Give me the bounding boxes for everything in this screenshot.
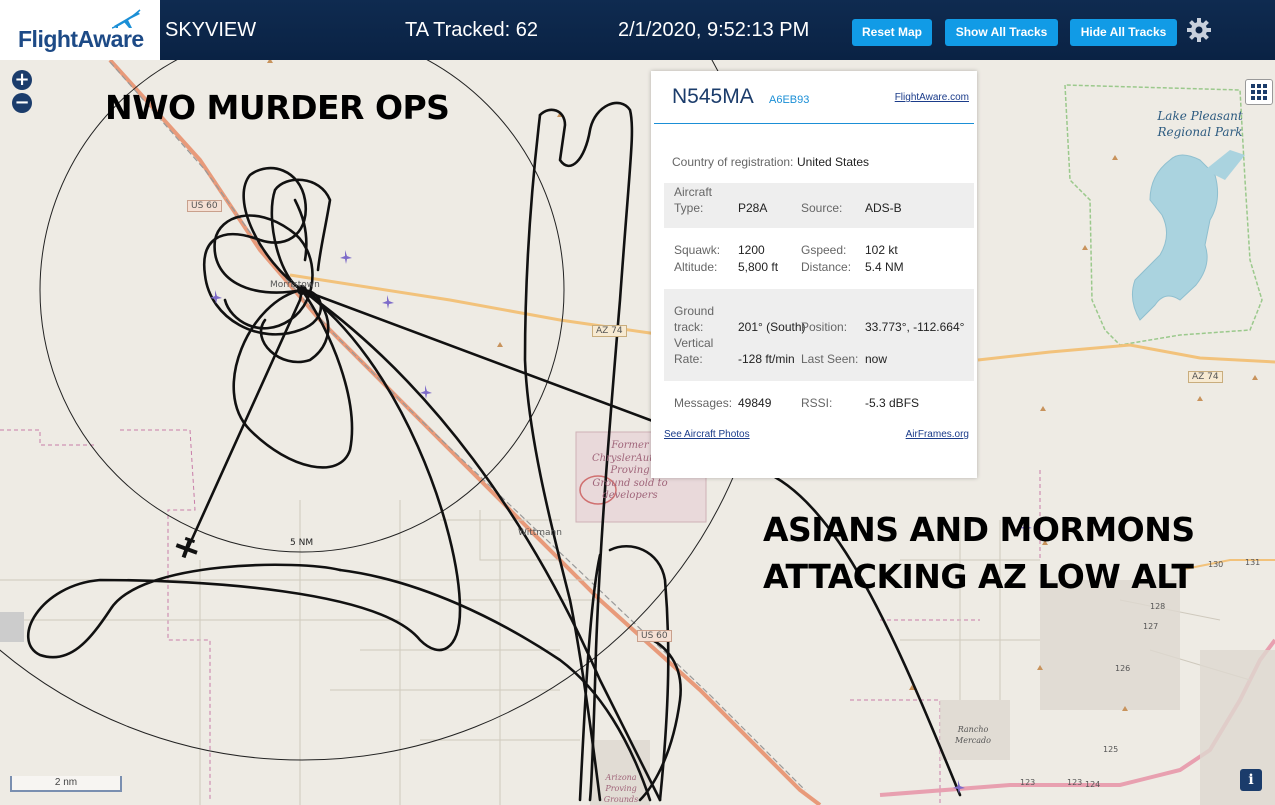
source-value: ADS-B: [865, 201, 902, 215]
country-label: Country of registration:: [672, 155, 794, 169]
reset-map-button[interactable]: Reset Map: [852, 19, 932, 46]
info-button[interactable]: i: [1240, 769, 1262, 791]
clock-datetime: 2/1/2020, 9:52:13 PM: [618, 19, 810, 41]
rssi-value: -5.3 dBFS: [865, 396, 920, 410]
route-number: 128: [1150, 602, 1166, 611]
aircraft-photos-link[interactable]: See Aircraft Photos: [664, 429, 750, 440]
hwy-right: [1179, 559, 1275, 571]
position-value: 33.773°, -112.664°: [865, 320, 965, 334]
track-row: Ground track: 201° (South) Position: 33.…: [664, 289, 974, 381]
last-seen-value: now: [865, 352, 888, 366]
overlay-text-top: NWO MURDER OPS: [105, 88, 450, 127]
gspeed-value: 102 kt: [865, 243, 898, 257]
track-label: track:: [674, 320, 704, 334]
zoom-in-button[interactable]: +: [12, 70, 32, 90]
az74-shield-mid: AZ 74: [592, 325, 627, 337]
flightaware-logo[interactable]: FlightAware: [0, 0, 160, 60]
route-number: 127: [1143, 622, 1159, 631]
gear-icon[interactable]: [1186, 17, 1212, 43]
gspeed-label: Gspeed:: [801, 243, 847, 257]
aircraft-info-popup: N545MA A6EB93 FlightAware.com Country of…: [651, 71, 977, 478]
route-number: 123: [1067, 778, 1083, 787]
squawk-value: 1200: [738, 243, 765, 257]
hide-all-tracks-button[interactable]: Hide All Tracks: [1070, 19, 1177, 46]
route-number: 126: [1115, 664, 1131, 673]
ground-label: Ground: [674, 304, 715, 318]
route-number: 125: [1103, 745, 1119, 754]
route-number: 130: [1208, 560, 1224, 569]
route-number: 124: [1085, 780, 1101, 789]
vertical-label: Vertical: [674, 336, 714, 350]
distance-value: 5.4 NM: [865, 260, 904, 274]
range-ring-label: 5 NM: [290, 538, 314, 548]
aircraft-hex-link[interactable]: A6EB93: [769, 94, 809, 106]
country-value: United States: [797, 155, 870, 169]
popup-divider: [654, 123, 974, 124]
aircraft-label: Aircraft: [674, 185, 713, 199]
type-value: P28A: [738, 201, 768, 215]
logo-text: FlightAware: [18, 26, 144, 52]
us60-shield-bottom: US 60: [637, 630, 672, 642]
us60-shield-top: US 60: [187, 200, 222, 212]
place-rancho-mercado: Rancho Mercado: [955, 725, 991, 745]
az74-road-right: [977, 343, 1275, 364]
type-label: Type:: [674, 201, 704, 215]
position-label: Position:: [801, 320, 848, 334]
aircraft-registration: N545MA: [672, 85, 754, 108]
tracked-aircraft-icon: [175, 536, 198, 559]
urban-area-2: [1200, 650, 1275, 805]
map-base-layer: [0, 60, 1275, 805]
altitude-value: 5,800 ft: [738, 260, 779, 274]
scale-bar: 2 nm: [10, 776, 122, 792]
place-wittmann: Wittmann: [518, 528, 562, 538]
az74-shield-right: AZ 74: [1188, 371, 1223, 383]
urban-area-1: [1040, 580, 1180, 710]
boundary-lines: [0, 429, 1041, 805]
zoom-out-button[interactable]: −: [12, 93, 32, 113]
altitude-label: Altitude:: [674, 260, 718, 274]
distance-label: Distance:: [801, 260, 852, 274]
messages-value: 49849: [738, 396, 772, 410]
messages-label: Messages:: [674, 396, 733, 410]
place-morristown: Morristown: [270, 280, 320, 290]
app-name: SKYVIEW: [165, 19, 257, 41]
source-label: Source:: [801, 201, 843, 215]
squawk-label: Squawk:: [674, 243, 721, 257]
place-arizona-proving: Arizona Proving Grounds: [603, 773, 639, 804]
route-number: 131: [1245, 558, 1261, 567]
map-canvas[interactable]: US 60 AZ 74 AZ 74 US 60 Morristown Wittm…: [0, 60, 1275, 805]
flightaware-link[interactable]: FlightAware.com: [895, 92, 969, 103]
overlay-text-bottom-2: ATTACKING AZ LOW ALT: [763, 557, 1194, 596]
gray-patch-left: [0, 612, 24, 642]
place-lake-pleasant: Lake Pleasant Regional Park: [1157, 109, 1243, 139]
tracked-count: TA Tracked: 62: [405, 19, 539, 41]
track-value: 201° (South): [738, 320, 806, 334]
grid-icon: [1251, 84, 1267, 100]
rate-label: Rate:: [674, 352, 703, 366]
type-row: Aircraft Type: P28A Source: ADS-B: [664, 183, 974, 228]
layers-button[interactable]: [1245, 79, 1273, 105]
lake-pleasant-water: [1131, 154, 1219, 321]
route-number: 123: [1020, 778, 1036, 787]
last-seen-label: Last Seen:: [801, 352, 859, 366]
overlay-text-bottom-1: ASIANS AND MORMONS: [763, 510, 1195, 549]
squawk-row: Squawk: 1200 Gspeed: 102 kt Altitude: 5,…: [651, 243, 977, 283]
airframes-link[interactable]: AirFrames.org: [906, 429, 969, 440]
rate-value: -128 ft/min: [738, 352, 795, 366]
top-header: FlightAware SKYVIEW TA Tracked: 62 2/1/2…: [0, 0, 1275, 60]
show-all-tracks-button[interactable]: Show All Tracks: [945, 19, 1058, 46]
rssi-label: RSSI:: [801, 396, 833, 410]
